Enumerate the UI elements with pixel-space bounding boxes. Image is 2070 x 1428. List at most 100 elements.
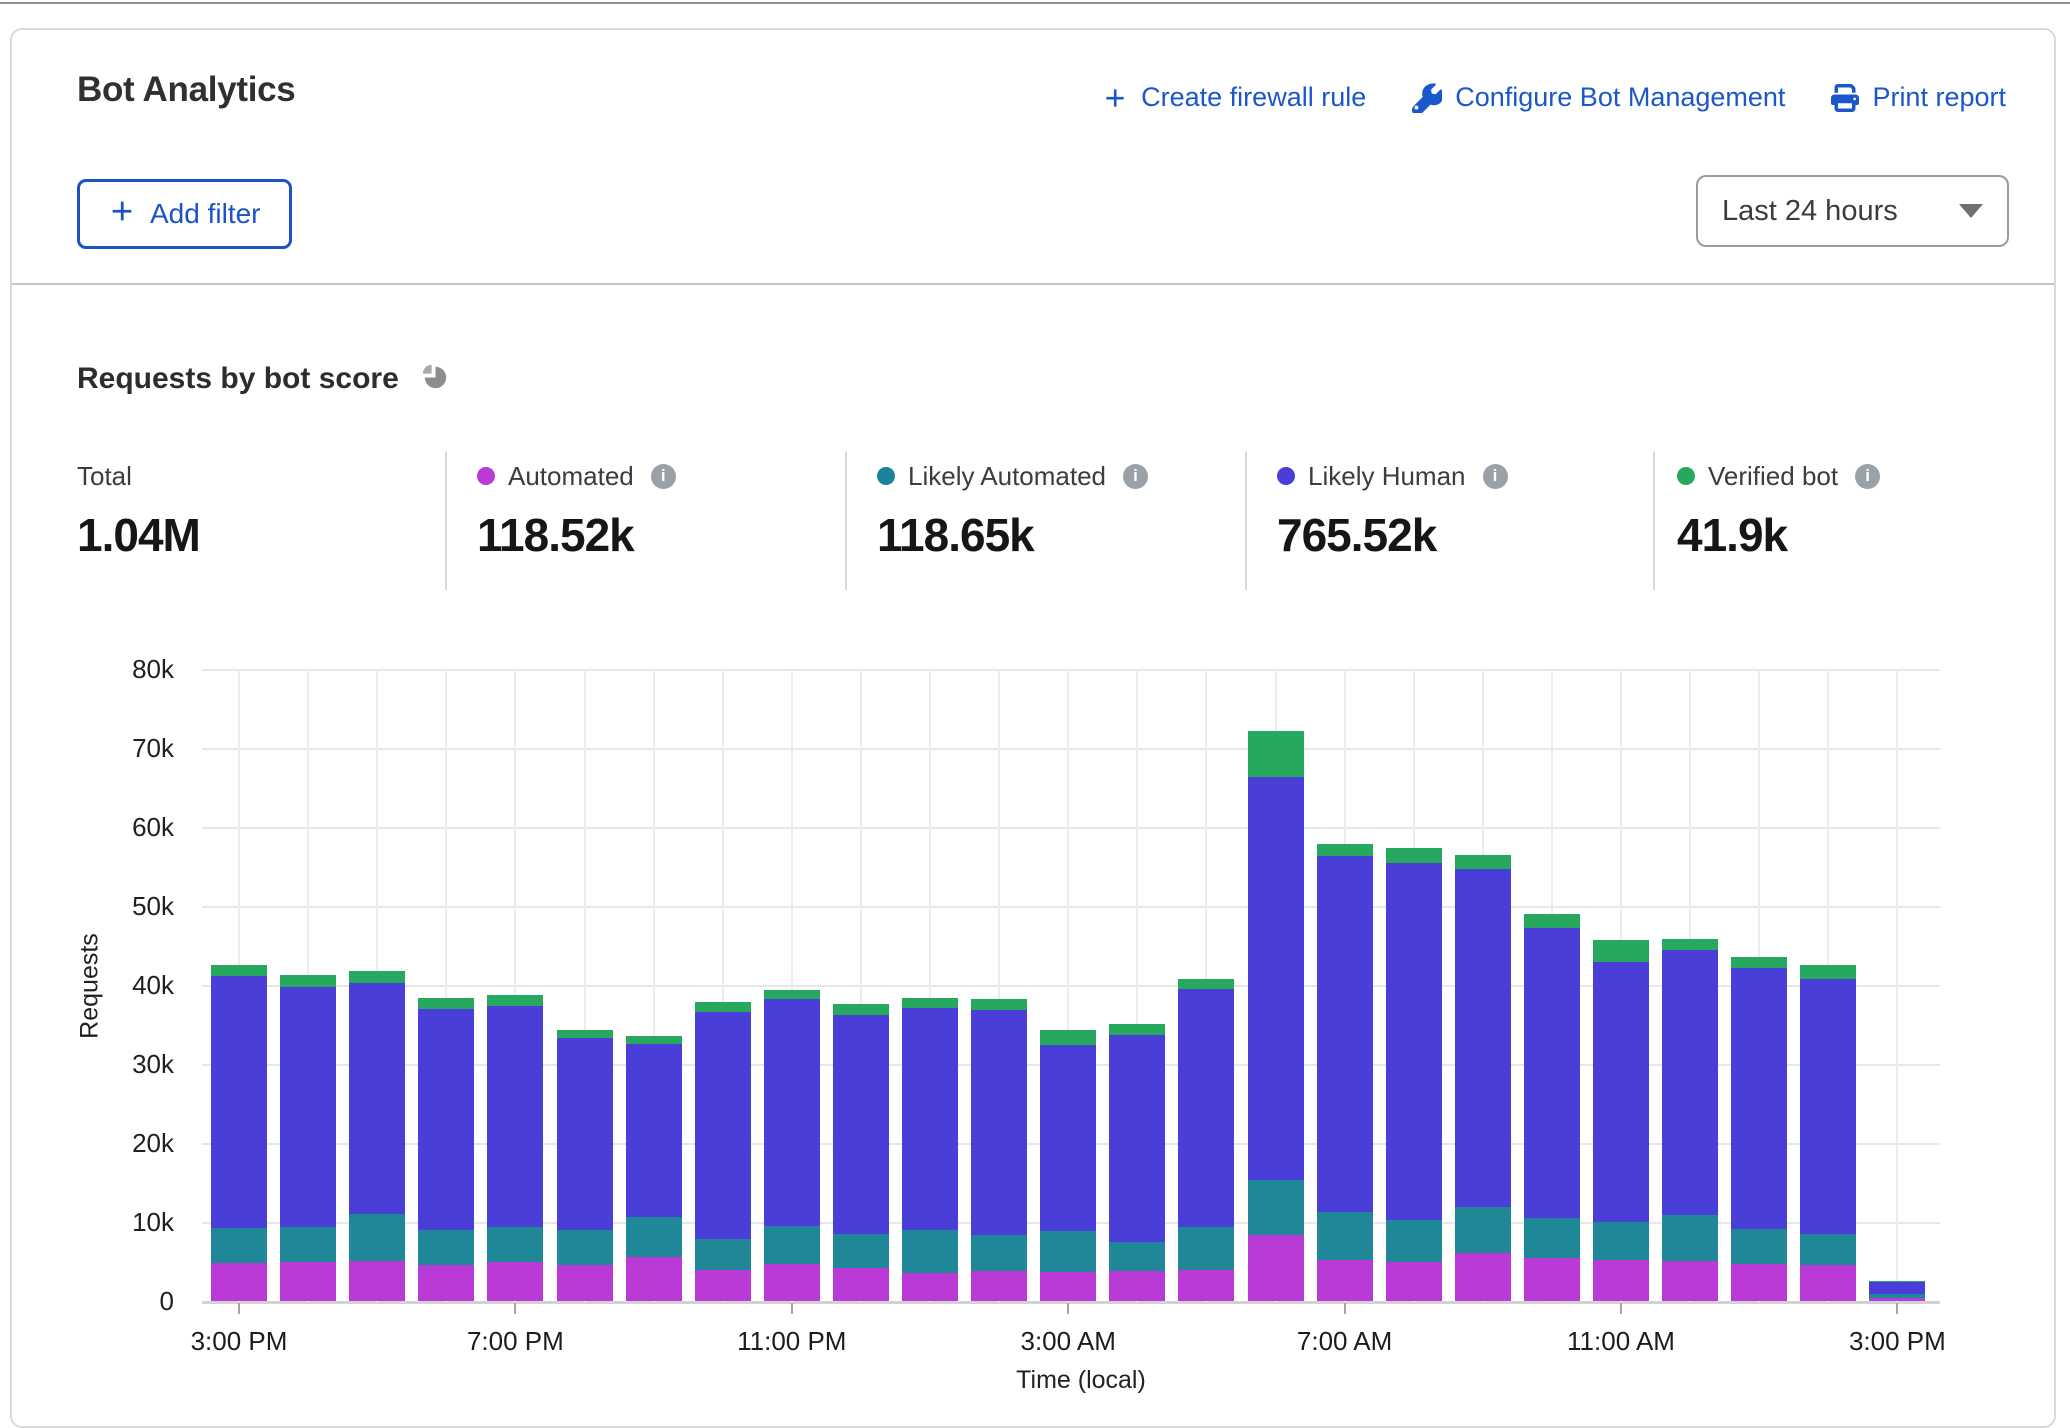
- bar-segment-automated[interactable]: [211, 1263, 267, 1301]
- bar-segment-likely-human[interactable]: [1593, 962, 1649, 1222]
- bar-900am[interactable]: [1455, 855, 1511, 1301]
- bar-segment-likely-human[interactable]: [487, 1006, 543, 1226]
- bar-segment-likely-automated[interactable]: [1040, 1231, 1096, 1272]
- bar-segment-likely-automated[interactable]: [211, 1228, 267, 1263]
- bar-500pm[interactable]: [349, 971, 405, 1301]
- bar-segment-automated[interactable]: [695, 1270, 751, 1301]
- info-icon[interactable]: i: [1855, 464, 1880, 489]
- bar-500am[interactable]: [1178, 979, 1234, 1301]
- bar-segment-automated[interactable]: [1800, 1265, 1856, 1301]
- bar-segment-likely-human[interactable]: [557, 1038, 613, 1230]
- create-firewall-rule-link[interactable]: Create firewall rule: [1102, 82, 1366, 113]
- bar-segment-verified-bot[interactable]: [418, 998, 474, 1009]
- bar-segment-likely-human[interactable]: [764, 999, 820, 1226]
- info-icon[interactable]: i: [1483, 464, 1508, 489]
- bar-segment-likely-automated[interactable]: [349, 1214, 405, 1261]
- bar-segment-automated[interactable]: [1731, 1264, 1787, 1301]
- bar-segment-verified-bot[interactable]: [1040, 1030, 1096, 1045]
- bar-segment-automated[interactable]: [1869, 1298, 1925, 1301]
- bar-segment-likely-automated[interactable]: [1800, 1234, 1856, 1265]
- bar-segment-automated[interactable]: [557, 1265, 613, 1301]
- bar-segment-automated[interactable]: [1109, 1271, 1165, 1301]
- bar-segment-verified-bot[interactable]: [280, 975, 336, 987]
- bar-100pm[interactable]: [1731, 957, 1787, 1301]
- bar-segment-likely-automated[interactable]: [280, 1227, 336, 1263]
- bar-800am[interactable]: [1386, 848, 1442, 1301]
- bar-segment-likely-automated[interactable]: [418, 1230, 474, 1266]
- bar-segment-automated[interactable]: [626, 1257, 682, 1301]
- bar-segment-likely-human[interactable]: [1109, 1035, 1165, 1242]
- bar-segment-verified-bot[interactable]: [349, 971, 405, 984]
- bar-segment-verified-bot[interactable]: [695, 1002, 751, 1012]
- bar-segment-verified-bot[interactable]: [626, 1036, 682, 1044]
- bar-100am[interactable]: [902, 998, 958, 1301]
- bar-400am[interactable]: [1109, 1024, 1165, 1301]
- bar-600pm[interactable]: [418, 998, 474, 1301]
- bar-segment-verified-bot[interactable]: [557, 1030, 613, 1038]
- bar-segment-verified-bot[interactable]: [1593, 940, 1649, 962]
- bar-segment-likely-human[interactable]: [1040, 1045, 1096, 1231]
- bar-segment-likely-automated[interactable]: [1109, 1242, 1165, 1271]
- bar-segment-likely-human[interactable]: [1386, 863, 1442, 1220]
- bar-segment-verified-bot[interactable]: [902, 998, 958, 1007]
- bar-segment-verified-bot[interactable]: [1800, 965, 1856, 978]
- bar-segment-verified-bot[interactable]: [1662, 939, 1718, 950]
- bar-1200am[interactable]: [833, 1004, 889, 1301]
- bar-800pm[interactable]: [557, 1030, 613, 1301]
- bar-segment-likely-human[interactable]: [971, 1010, 1027, 1235]
- bar-segment-likely-human[interactable]: [1869, 1282, 1925, 1294]
- bar-200pm[interactable]: [1800, 965, 1856, 1301]
- bar-segment-likely-automated[interactable]: [833, 1234, 889, 1268]
- bar-segment-automated[interactable]: [487, 1262, 543, 1301]
- bar-segment-likely-automated[interactable]: [971, 1235, 1027, 1271]
- bar-segment-verified-bot[interactable]: [487, 995, 543, 1007]
- bar-segment-likely-human[interactable]: [695, 1012, 751, 1239]
- add-filter-button[interactable]: Add filter: [77, 179, 292, 249]
- bar-segment-likely-human[interactable]: [1524, 928, 1580, 1218]
- bar-segment-verified-bot[interactable]: [833, 1004, 889, 1015]
- bar-segment-automated[interactable]: [833, 1268, 889, 1301]
- bar-segment-likely-human[interactable]: [626, 1044, 682, 1217]
- bar-segment-likely-automated[interactable]: [902, 1230, 958, 1273]
- configure-bot-management-link[interactable]: Configure Bot Management: [1412, 82, 1785, 113]
- bar-segment-likely-human[interactable]: [349, 983, 405, 1214]
- bar-segment-automated[interactable]: [1593, 1260, 1649, 1301]
- info-icon[interactable]: i: [1123, 464, 1148, 489]
- bar-segment-automated[interactable]: [1178, 1270, 1234, 1301]
- bar-segment-likely-human[interactable]: [1731, 968, 1787, 1229]
- bar-segment-likely-automated[interactable]: [1524, 1218, 1580, 1258]
- bar-900pm[interactable]: [626, 1036, 682, 1301]
- bar-segment-automated[interactable]: [1317, 1260, 1373, 1301]
- bar-segment-automated[interactable]: [280, 1262, 336, 1301]
- print-report-link[interactable]: Print report: [1831, 82, 2006, 113]
- bar-segment-verified-bot[interactable]: [1317, 844, 1373, 857]
- bar-segment-likely-human[interactable]: [1178, 989, 1234, 1227]
- bar-200am[interactable]: [971, 999, 1027, 1301]
- bar-segment-likely-automated[interactable]: [1593, 1222, 1649, 1260]
- bar-segment-automated[interactable]: [349, 1261, 405, 1301]
- bar-segment-automated[interactable]: [902, 1273, 958, 1301]
- bar-1000am[interactable]: [1524, 914, 1580, 1301]
- bar-segment-verified-bot[interactable]: [1248, 731, 1304, 778]
- info-icon[interactable]: i: [651, 464, 676, 489]
- bar-segment-verified-bot[interactable]: [1386, 848, 1442, 862]
- bar-segment-verified-bot[interactable]: [211, 965, 267, 976]
- bar-segment-automated[interactable]: [971, 1271, 1027, 1301]
- bar-700pm[interactable]: [487, 995, 543, 1302]
- bar-segment-verified-bot[interactable]: [1455, 855, 1511, 868]
- bar-segment-verified-bot[interactable]: [1731, 957, 1787, 968]
- bar-segment-likely-automated[interactable]: [1317, 1212, 1373, 1260]
- bar-segment-likely-human[interactable]: [1662, 950, 1718, 1215]
- bar-segment-likely-automated[interactable]: [1178, 1227, 1234, 1270]
- bar-segment-automated[interactable]: [1386, 1262, 1442, 1301]
- bar-segment-likely-automated[interactable]: [557, 1230, 613, 1266]
- bar-segment-likely-human[interactable]: [902, 1008, 958, 1230]
- bar-segment-likely-human[interactable]: [418, 1009, 474, 1230]
- bar-segment-likely-automated[interactable]: [1455, 1207, 1511, 1253]
- bar-segment-automated[interactable]: [764, 1264, 820, 1301]
- bar-segment-automated[interactable]: [418, 1265, 474, 1301]
- bar-300pm[interactable]: [211, 965, 267, 1302]
- bar-1000pm[interactable]: [695, 1002, 751, 1301]
- bar-300am[interactable]: [1040, 1030, 1096, 1301]
- bar-segment-likely-automated[interactable]: [1662, 1215, 1718, 1261]
